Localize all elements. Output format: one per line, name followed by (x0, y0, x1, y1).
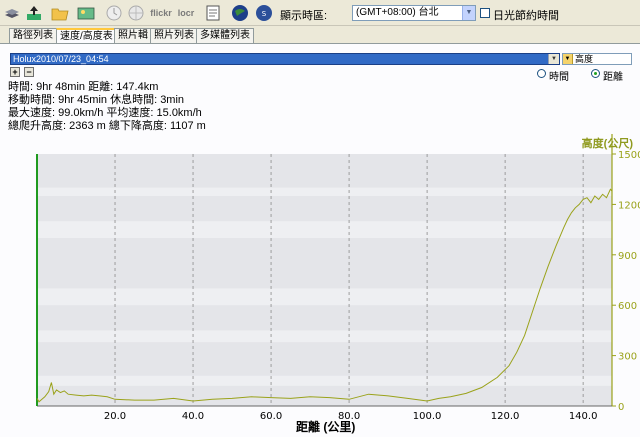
timezone-label: 顯示時區: (280, 10, 328, 22)
altitude-chart-svg: 20.0 40.0 60.0 80.0 100.0 120.0 140.0030060090… (36, 134, 640, 422)
tab-bar: 路徑列表 速度/高度表 照片輯 照片列表 多媒體列表 (0, 28, 640, 43)
y-tick-label: 1200 (618, 200, 640, 211)
tab-media-list[interactable]: 多媒體列表 (196, 28, 254, 43)
y-tick-label: 600 (618, 301, 637, 312)
plot-band (37, 221, 612, 238)
chevron-down-icon: ▼ (462, 6, 475, 20)
metric-select[interactable]: ▼ 高度 (562, 53, 632, 65)
tab-photo-list[interactable]: 照片列表 (150, 28, 198, 43)
dst-label: 日光節約時間 (493, 10, 559, 22)
y-tick-label: 0 (618, 402, 624, 413)
chevron-down-icon: ▼ (563, 54, 573, 64)
layers-icon[interactable] (2, 3, 22, 23)
radio-distance-label: 距離 (603, 72, 623, 83)
tab-album[interactable]: 照片輯 (114, 28, 152, 43)
chevron-down-icon: ▼ (548, 54, 559, 64)
track-select[interactable]: Holux2010/07/23_04:54 ▼ (10, 53, 560, 65)
x-axis-label: 距離 (公里) (296, 420, 356, 434)
tab-speed-altitude[interactable]: 速度/高度表 (56, 28, 117, 43)
zoom-out-button[interactable]: − (24, 67, 34, 77)
timezone-select[interactable]: (GMT+08:00) 台北 ▼ (352, 5, 476, 21)
document-icon[interactable] (204, 3, 224, 23)
y-tick-label: 900 (618, 251, 637, 262)
stats-line-time: 時間: 9hr 48min 距離: 147.4km (8, 81, 159, 93)
radio-time-label: 時間 (549, 72, 569, 83)
radio-time[interactable] (537, 69, 546, 78)
zoom-in-button[interactable]: + (10, 67, 20, 77)
x-tick-label: 120.0 (491, 411, 520, 422)
globe-icon[interactable] (126, 3, 146, 23)
speed-altitude-panel: Holux2010/07/23_04:54 ▼ ▼ 高度 + − 時間 距離 時… (0, 43, 640, 437)
plot-band (37, 187, 612, 196)
x-tick-label: 100.0 (413, 411, 442, 422)
tab-track-list[interactable]: 路徑列表 (9, 28, 57, 43)
sync-icon[interactable]: S (254, 3, 274, 23)
main-toolbar: flickr locr S 顯示時區: (GMT+08:00) 台北 ▼ 日光節… (0, 0, 640, 26)
stats-line-moving: 移動時間: 9hr 45min 休息時間: 3min (8, 94, 185, 106)
altitude-chart: 20.0 40.0 60.0 80.0 100.0 120.0 140.0 0 300 600 90… (0, 132, 640, 437)
import-icon[interactable] (24, 3, 44, 23)
earth-icon[interactable] (230, 3, 250, 23)
locr-icon[interactable]: locr (176, 3, 196, 23)
stats-line-speed: 最大速度: 99.0km/h 平均速度: 15.0km/h (8, 107, 202, 119)
svg-text:S: S (262, 10, 267, 18)
x-tick-label: 20.0 (104, 411, 126, 422)
x-tick-label: 60.0 (260, 411, 282, 422)
y-axis-label: 高度(公尺) (581, 138, 633, 150)
dst-checkbox[interactable] (480, 8, 490, 18)
y-tick-label: 300 (618, 352, 637, 363)
plot-band (37, 288, 612, 306)
photo-icon[interactable] (76, 3, 96, 23)
flickr-icon[interactable]: flickr (150, 3, 172, 23)
y-tick-label: 1500 (618, 150, 640, 161)
open-folder-icon[interactable] (50, 3, 70, 23)
clock-icon[interactable] (104, 3, 124, 23)
x-tick-label: 140.0 (569, 411, 598, 422)
plot-band (37, 375, 612, 386)
track-stats: 時間: 9hr 48min 距離: 147.4km 移動時間: 9hr 45mi… (8, 81, 206, 133)
x-tick-label: 40.0 (182, 411, 204, 422)
radio-distance[interactable] (591, 69, 600, 78)
